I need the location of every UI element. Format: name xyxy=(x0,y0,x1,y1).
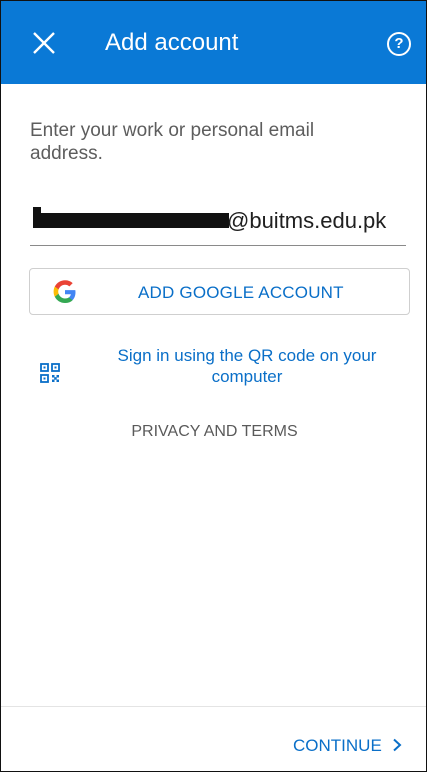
close-button[interactable] xyxy=(29,28,59,58)
qr-code-icon xyxy=(40,363,60,383)
help-icon[interactable]: ? xyxy=(387,32,411,56)
page-title: Add account xyxy=(105,29,239,56)
add-google-account-button[interactable]: ADD GOOGLE ACCOUNT xyxy=(29,268,410,315)
email-prompt: Enter your work or personal email addres… xyxy=(30,120,315,164)
continue-button[interactable]: CONTINUE xyxy=(293,735,403,757)
close-icon xyxy=(33,32,55,54)
qr-sign-in-link[interactable]: Sign in using the QR code on your comput… xyxy=(89,345,405,387)
app-bar: Add account ? xyxy=(1,1,426,84)
email-domain-text: @buitms.edu.pk xyxy=(227,208,387,233)
bottom-divider xyxy=(1,706,426,707)
redacted-email-local-part xyxy=(33,207,229,228)
email-field[interactable]: @buitms.edu.pk xyxy=(30,201,406,246)
continue-label: CONTINUE xyxy=(293,736,382,755)
chevron-right-icon xyxy=(392,738,401,752)
google-button-label: ADD GOOGLE ACCOUNT xyxy=(138,283,344,302)
privacy-and-terms-link[interactable]: PRIVACY AND TERMS xyxy=(1,422,426,442)
google-logo-icon xyxy=(53,280,76,303)
add-account-screen: Add account ? Enter your work or persona… xyxy=(0,0,427,772)
